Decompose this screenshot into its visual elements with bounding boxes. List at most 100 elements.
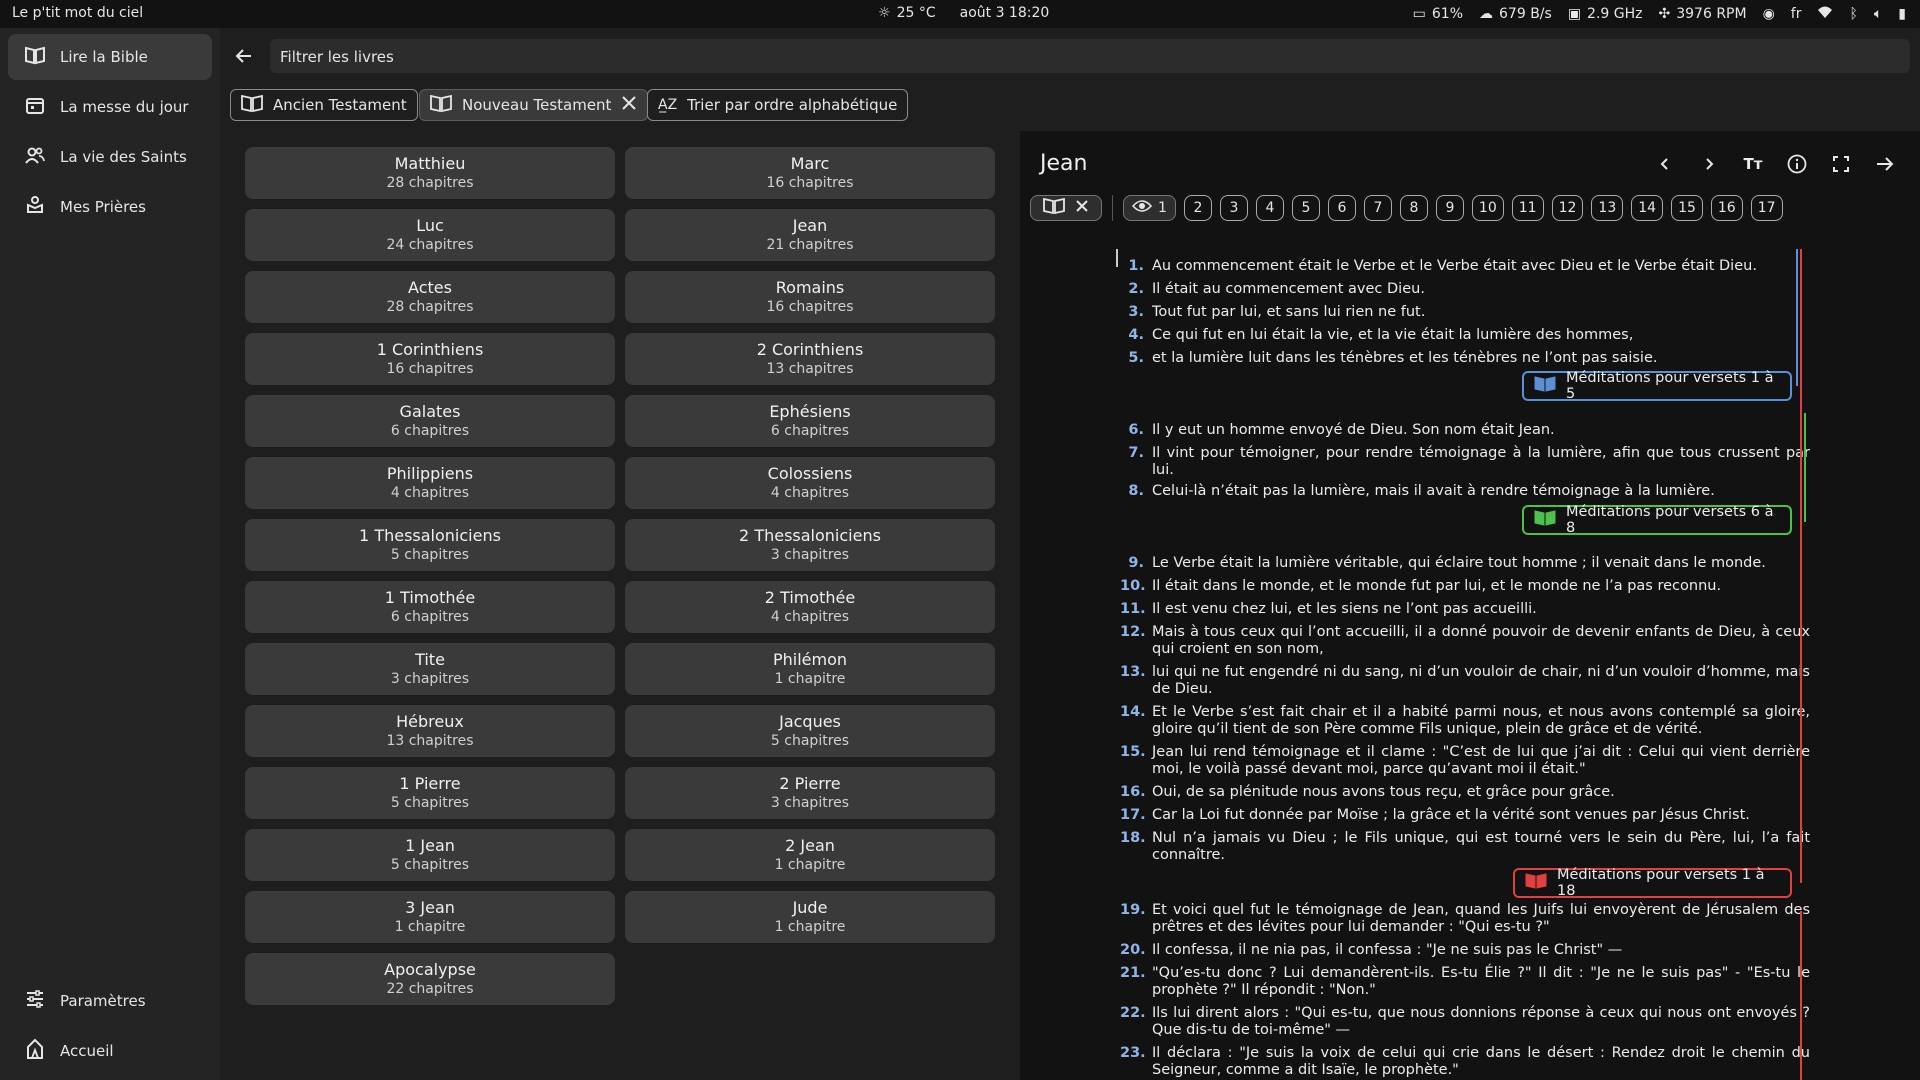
bluetooth-icon[interactable]: ᛒ xyxy=(1849,6,1857,22)
book-card[interactable]: Philippiens 4 chapitres xyxy=(245,457,615,509)
book-card[interactable]: Jacques 5 chapitres xyxy=(625,705,995,757)
fullscreen-icon[interactable] xyxy=(1828,151,1854,177)
book-card[interactable]: Matthieu 28 chapitres xyxy=(245,147,615,199)
verse: 10. Il était dans le monde, et le monde f… xyxy=(1120,578,1810,595)
chapter-tab[interactable]: 16 xyxy=(1710,195,1743,221)
book-chapter-count: 13 chapitres xyxy=(766,361,854,377)
book-card[interactable]: Colossiens 4 chapitres xyxy=(625,457,995,509)
verse-number: 23. xyxy=(1120,1045,1146,1061)
chapter-tab[interactable]: 14 xyxy=(1631,195,1664,221)
sidebar-item-label: Accueil xyxy=(60,1042,114,1060)
book-title: 2 Pierre xyxy=(779,774,841,793)
network-indicator[interactable]: ☁ 679 B/s xyxy=(1479,6,1552,22)
meditation-button[interactable]: Méditations pour versets 1 à 5 xyxy=(1522,370,1792,402)
chapter-tab[interactable]: 5 xyxy=(1291,195,1320,221)
close-icon[interactable] xyxy=(1075,199,1089,217)
verse-number: 19. xyxy=(1120,902,1146,918)
sidebar-item-parametres[interactable]: Paramètres xyxy=(8,978,212,1024)
verse-text: Nul n’a jamais vu Dieu ; le Fils unique,… xyxy=(1152,830,1810,863)
book-card[interactable]: 1 Thessaloniciens 5 chapitres xyxy=(245,519,615,571)
book-title: Galates xyxy=(399,402,461,421)
chapter-tab-selected[interactable]: 1 xyxy=(1123,195,1176,221)
book-picker-button[interactable] xyxy=(1030,195,1102,221)
sidebar-item-accueil[interactable]: Accueil xyxy=(8,1028,212,1074)
chapter-tab[interactable]: 7 xyxy=(1363,195,1392,221)
cpu-indicator[interactable]: ▣ 2.9 GHz xyxy=(1568,6,1643,22)
book-card[interactable]: Apocalypse 22 chapitres xyxy=(245,953,615,1005)
book-card[interactable]: 1 Jean 5 chapitres xyxy=(245,829,615,881)
book-card[interactable]: Galates 6 chapitres xyxy=(245,395,615,447)
chapter-tab[interactable]: 9 xyxy=(1435,195,1464,221)
book-chapter-count: 4 chapitres xyxy=(770,609,850,625)
back-arrow-icon[interactable] xyxy=(234,46,254,70)
chevron-right-icon[interactable] xyxy=(1696,151,1722,177)
verse-text: Au commencement était le Verbe et le Ver… xyxy=(1152,258,1757,274)
battery-indicator[interactable]: ▭ 61% xyxy=(1413,6,1463,22)
chapter-tab[interactable]: 13 xyxy=(1591,195,1624,221)
book-card[interactable]: 2 Corinthiens 13 chapitres xyxy=(625,333,995,385)
book-card[interactable]: Ephésiens 6 chapitres xyxy=(625,395,995,447)
book-chapter-count: 5 chapitres xyxy=(390,857,470,873)
book-card[interactable]: 1 Corinthiens 16 chapitres xyxy=(245,333,615,385)
filter-books-input[interactable]: Filtrer les livres xyxy=(270,39,1910,73)
book-card[interactable]: Actes 28 chapitres xyxy=(245,271,615,323)
sidebar-item-mes-prieres[interactable]: Mes Prières xyxy=(8,184,212,230)
book-card[interactable]: Philémon 1 chapitre xyxy=(625,643,995,695)
chip-nouveau-testament[interactable]: Nouveau Testament xyxy=(419,89,649,121)
battery-status-icon[interactable]: ▮ xyxy=(1898,6,1906,22)
book-card[interactable]: Marc 16 chapitres xyxy=(625,147,995,199)
chip-ancien-testament[interactable]: Ancien Testament xyxy=(230,89,418,121)
info-icon[interactable] xyxy=(1784,151,1810,177)
book-card[interactable]: 2 Pierre 3 chapitres xyxy=(625,767,995,819)
book-card[interactable]: Tite 3 chapitres xyxy=(245,643,615,695)
chip-sort-alphabetical[interactable]: A̲Z Trier par ordre alphabétique xyxy=(647,89,909,121)
meditation-button[interactable]: Méditations pour versets 6 à 8 xyxy=(1522,504,1792,536)
book-card[interactable]: 2 Jean 1 chapitre xyxy=(625,829,995,881)
weather-indicator[interactable]: ☼ 25 °C xyxy=(878,5,936,21)
wifi-icon[interactable] xyxy=(1817,5,1833,23)
book-card[interactable]: 2 Thessaloniciens 3 chapitres xyxy=(625,519,995,571)
book-chapter-count: 5 chapitres xyxy=(770,733,850,749)
sidebar-item-lire-la-bible[interactable]: Lire la Bible xyxy=(8,34,212,80)
close-icon[interactable] xyxy=(621,95,637,115)
book-card[interactable]: 1 Timothée 6 chapitres xyxy=(245,581,615,633)
book-card[interactable]: Luc 24 chapitres xyxy=(245,209,615,261)
fan-indicator[interactable]: ✣ 3976 RPM xyxy=(1659,6,1747,22)
sidebar-item-la-messe-du-jour[interactable]: La messe du jour xyxy=(8,84,212,130)
chapter-tab[interactable]: 17 xyxy=(1750,195,1783,221)
verse-number: 22. xyxy=(1120,1005,1146,1021)
book-chapter-count: 28 chapitres xyxy=(386,299,474,315)
book-card[interactable]: Romains 16 chapitres xyxy=(625,271,995,323)
language-indicator[interactable]: fr xyxy=(1791,6,1802,22)
chapter-tab[interactable]: 3 xyxy=(1219,195,1248,221)
meditation-button[interactable]: Méditations pour versets 1 à 18 xyxy=(1513,867,1792,899)
book-card[interactable]: 1 Pierre 5 chapitres xyxy=(245,767,615,819)
chapter-tab[interactable]: 11 xyxy=(1511,195,1544,221)
text-size-icon[interactable]: Tт xyxy=(1740,151,1766,177)
chapter-tab[interactable]: 6 xyxy=(1327,195,1356,221)
book-card[interactable]: 2 Timothée 4 chapitres xyxy=(625,581,995,633)
book-card[interactable]: Jean 21 chapitres xyxy=(625,209,995,261)
date-time[interactable]: août 3 18:20 xyxy=(960,5,1050,21)
book-title: 1 Thessaloniciens xyxy=(359,526,501,545)
chapter-tab[interactable]: 15 xyxy=(1671,195,1703,221)
book-card[interactable]: Hébreux 13 chapitres xyxy=(245,705,615,757)
book-card[interactable]: 3 Jean 1 chapitre xyxy=(245,891,615,943)
book-chapter-count: 5 chapitres xyxy=(390,795,470,811)
chapter-tab[interactable]: 10 xyxy=(1471,195,1504,221)
privacy-icon[interactable]: ◉ xyxy=(1763,6,1775,22)
book-title: 1 Jean xyxy=(405,836,455,855)
chapter-tab[interactable]: 2 xyxy=(1183,195,1212,221)
verse-number: 2. xyxy=(1128,281,1144,297)
sliders-icon xyxy=(24,988,46,1014)
chapter-tab[interactable]: 4 xyxy=(1255,195,1284,221)
sidebar-item-la-vie-des-saints[interactable]: La vie des Saints xyxy=(8,134,212,180)
book-card[interactable]: Jude 1 chapitre xyxy=(625,891,995,943)
chapter-tab[interactable]: 8 xyxy=(1399,195,1428,221)
chapter-tab[interactable]: 12 xyxy=(1551,195,1584,221)
book-title: Ephésiens xyxy=(769,402,851,421)
arrow-right-icon[interactable] xyxy=(1872,151,1898,177)
verse-number: 21. xyxy=(1120,965,1146,981)
volume-icon[interactable]: 🔈︎ xyxy=(1874,6,1882,22)
chevron-left-icon[interactable] xyxy=(1652,151,1678,177)
